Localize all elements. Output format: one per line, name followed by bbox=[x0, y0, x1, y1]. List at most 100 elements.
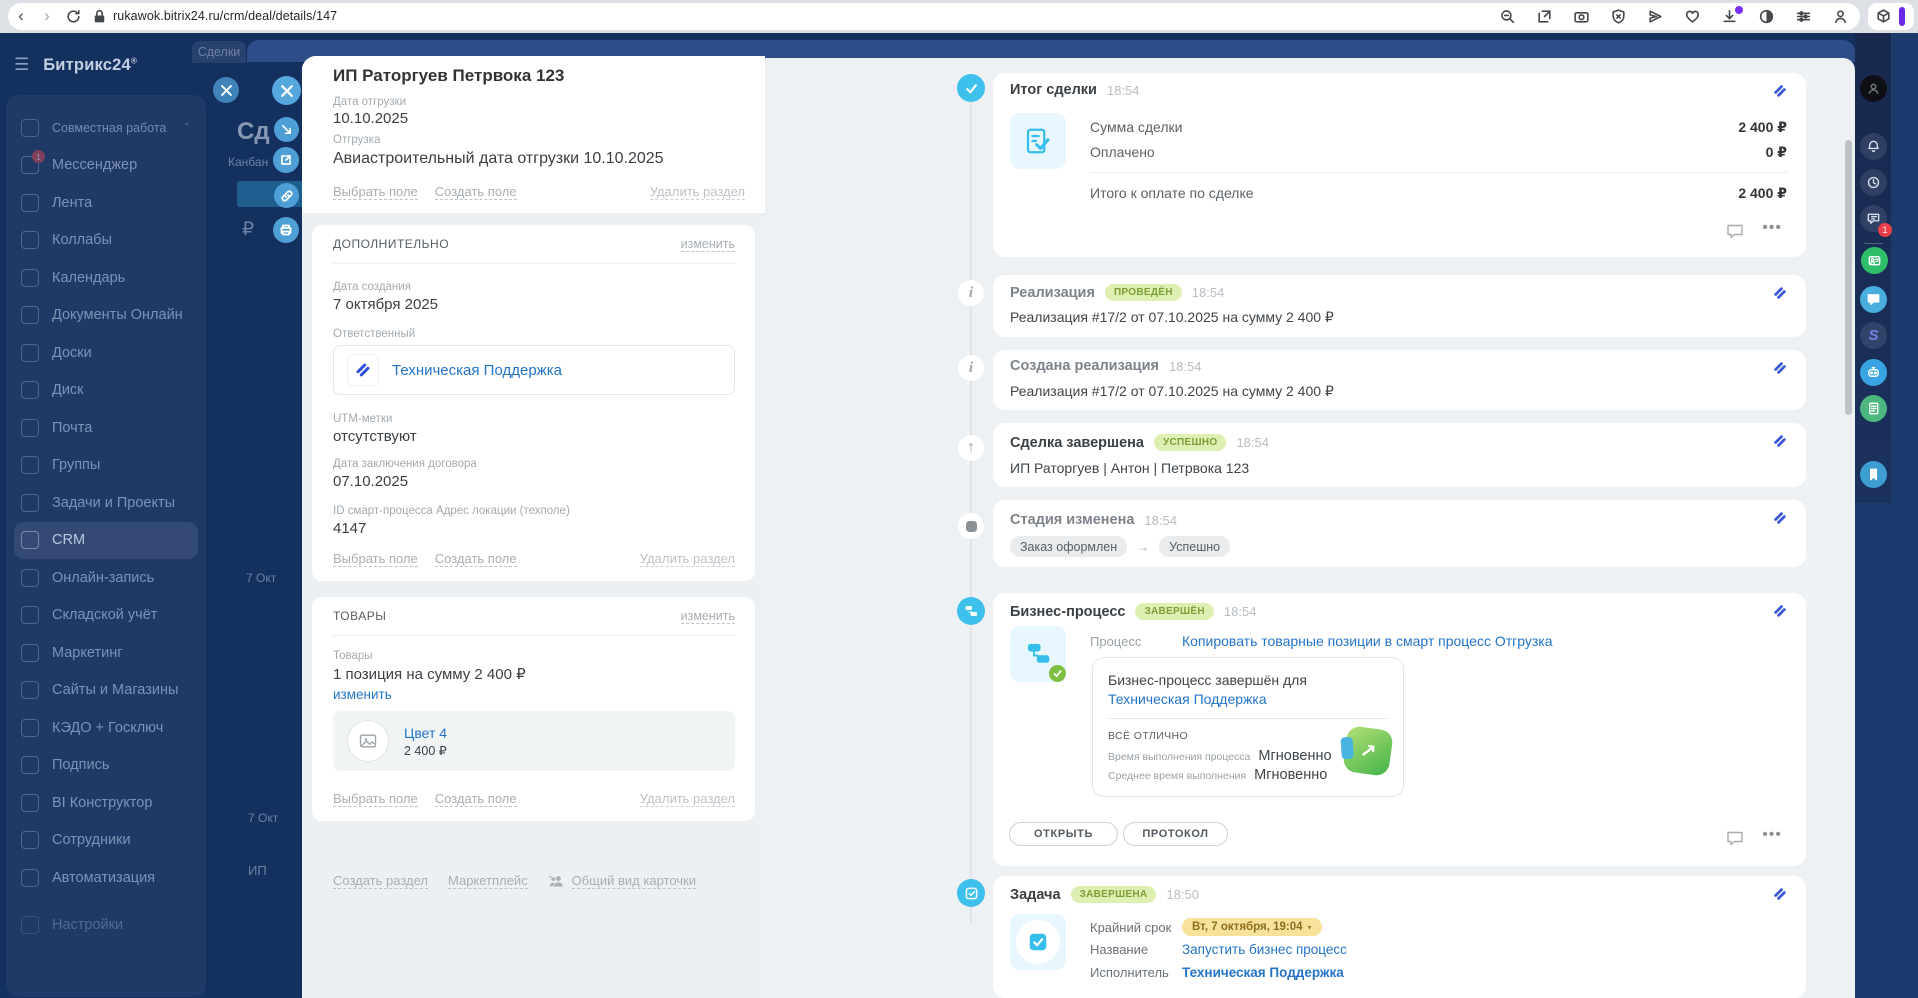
notifications-bell-icon[interactable] bbox=[1860, 133, 1887, 160]
delete-section-link[interactable]: Удалить раздел bbox=[639, 551, 735, 567]
shield-icon[interactable] bbox=[1607, 5, 1629, 27]
field-value-smart-process-id[interactable]: 4147 bbox=[333, 520, 366, 537]
pin-icon[interactable] bbox=[1772, 433, 1788, 449]
more-menu-icon[interactable]: ••• bbox=[1762, 219, 1782, 237]
delete-section-link[interactable]: Удалить раздел bbox=[639, 791, 735, 807]
sidebar-item-bi[interactable]: BI Конструктор bbox=[6, 784, 206, 822]
panel-print-button[interactable] bbox=[273, 217, 299, 243]
sidebar-item-settings[interactable]: Настройки bbox=[6, 907, 206, 945]
task-responsible-link[interactable]: Техническая Поддержка bbox=[1182, 965, 1344, 980]
sidebar-item-sites[interactable]: Сайты и Магазины bbox=[6, 672, 206, 710]
protocol-button[interactable]: ПРОТОКОЛ bbox=[1123, 822, 1228, 846]
documents-rail-icon[interactable] bbox=[1860, 395, 1887, 422]
open-button[interactable]: ОТКРЫТЬ bbox=[1009, 822, 1118, 846]
card-view-link[interactable]: Общий вид карточки bbox=[571, 873, 697, 889]
panel-minimize-button[interactable] bbox=[274, 117, 299, 142]
field-value-contract-date[interactable]: 07.10.2025 bbox=[333, 473, 408, 490]
forward-icon[interactable]: › bbox=[36, 5, 58, 27]
url-text[interactable]: rukawok.bitrix24.ru/crm/deal/details/147 bbox=[113, 9, 337, 23]
process-link[interactable]: Копировать товарные позиции в смарт проц… bbox=[1182, 633, 1553, 649]
more-menu-icon[interactable]: ••• bbox=[1762, 826, 1782, 844]
sidebar-item-boards[interactable]: Доски bbox=[6, 334, 206, 372]
timeline-card-stage-changed: Стадия изменена 18:54 Заказ оформлен → У… bbox=[993, 500, 1806, 567]
extension-cube-icon[interactable] bbox=[1872, 5, 1894, 27]
sidebar-item-feed[interactable]: Лента bbox=[6, 184, 206, 222]
sidebar-item-groups[interactable]: Группы bbox=[6, 447, 206, 485]
responsible-user-box[interactable]: Техническая Поддержка bbox=[333, 345, 735, 395]
field-value-shipment[interactable]: Авиастроительный дата отгрузки 10.10.202… bbox=[333, 150, 664, 168]
select-field-link[interactable]: Выбрать поле bbox=[333, 551, 418, 567]
sidebar-item-tasks[interactable]: Задачи и Проекты bbox=[6, 484, 206, 522]
pin-icon[interactable] bbox=[1772, 510, 1788, 526]
profile-icon[interactable] bbox=[1829, 5, 1851, 27]
deals-slider-tab[interactable]: Сделки bbox=[192, 41, 246, 63]
sidebar-item-inventory[interactable]: Складской учёт bbox=[6, 597, 206, 635]
product-row[interactable]: Цвет 4 2 400 ₽ bbox=[333, 711, 735, 771]
create-section-link[interactable]: Создать раздел bbox=[333, 873, 428, 889]
bitrix-s-logo-icon[interactable]: S bbox=[1860, 322, 1887, 349]
crm-contact-icon[interactable] bbox=[1861, 247, 1888, 274]
sidebar-item-kedo[interactable]: КЭДО + Госключ bbox=[6, 709, 206, 747]
settings-sliders-icon[interactable] bbox=[1792, 5, 1814, 27]
bookmark-rail-icon[interactable] bbox=[1860, 461, 1887, 488]
entry-time: 18:54 bbox=[1144, 512, 1177, 528]
panel-close-button[interactable] bbox=[272, 76, 301, 105]
sidebar-item-collaboration[interactable]: Совместная работа ⌃ bbox=[6, 109, 206, 147]
delete-section-link[interactable]: Удалить раздел bbox=[649, 184, 745, 200]
responsible-user-link[interactable]: Техническая Поддержка bbox=[392, 362, 562, 379]
sidebar-item-messenger[interactable]: 1 Мессенджер bbox=[6, 147, 206, 185]
create-field-link[interactable]: Создать поле bbox=[434, 551, 517, 567]
pin-icon[interactable] bbox=[1772, 285, 1788, 301]
heart-icon[interactable] bbox=[1681, 5, 1703, 27]
panel-copy-link-button[interactable] bbox=[274, 183, 299, 208]
zoom-icon[interactable] bbox=[1496, 5, 1518, 27]
select-field-link[interactable]: Выбрать поле bbox=[333, 184, 418, 200]
sidebar-item-docs-online[interactable]: Документы Онлайн bbox=[6, 297, 206, 335]
comment-icon[interactable] bbox=[1726, 223, 1744, 239]
back-icon[interactable]: ‹ bbox=[10, 5, 32, 27]
comment-icon[interactable] bbox=[1726, 830, 1744, 846]
sidebar-item-online-booking[interactable]: Онлайн-запись bbox=[6, 559, 206, 597]
copilot-robot-icon[interactable] bbox=[1860, 359, 1887, 386]
chat-helper-icon[interactable] bbox=[1860, 286, 1887, 313]
sidebar-item-mail[interactable]: Почта bbox=[6, 409, 206, 447]
sidebar-item-marketing[interactable]: Маркетинг bbox=[6, 634, 206, 672]
select-field-link[interactable]: Выбрать поле bbox=[333, 791, 418, 807]
share-edit-icon[interactable] bbox=[1533, 5, 1555, 27]
timeline-scrollbar[interactable] bbox=[1845, 140, 1852, 415]
reload-icon[interactable] bbox=[62, 5, 84, 27]
sidebar-item-disk[interactable]: Диск bbox=[6, 372, 206, 410]
sidebar-item-automation[interactable]: Автоматизация bbox=[6, 859, 206, 897]
field-value-shipping-date[interactable]: 10.10.2025 bbox=[333, 110, 408, 127]
time-tracker-icon[interactable] bbox=[1860, 169, 1887, 196]
panel-open-new-window-button[interactable] bbox=[273, 147, 299, 173]
product-name-link[interactable]: Цвет 4 bbox=[404, 725, 447, 741]
avatar[interactable] bbox=[1860, 75, 1887, 102]
kanban-tab-fragment[interactable]: Канбан bbox=[228, 155, 268, 169]
sidebar-item-calendar[interactable]: Календарь bbox=[6, 259, 206, 297]
pin-icon[interactable] bbox=[1772, 83, 1788, 99]
sidebar-item-crm[interactable]: CRM bbox=[14, 521, 198, 559]
field-value-created[interactable]: 7 октября 2025 bbox=[333, 296, 438, 313]
deadline-chip[interactable]: Вт, 7 октября, 19:04 ▾ bbox=[1182, 918, 1322, 936]
bizproc-user-link[interactable]: Техническая Поддержка bbox=[1108, 691, 1267, 707]
create-field-link[interactable]: Создать поле bbox=[434, 184, 517, 200]
pin-icon[interactable] bbox=[1772, 886, 1788, 902]
theme-toggle-icon[interactable] bbox=[1755, 5, 1777, 27]
send-icon[interactable] bbox=[1644, 5, 1666, 27]
products-change-link[interactable]: изменить bbox=[333, 687, 392, 702]
menu-burger-icon[interactable]: ☰ bbox=[14, 55, 29, 75]
sidebar-item-employees[interactable]: Сотрудники bbox=[6, 822, 206, 860]
outer-slider-close-button[interactable] bbox=[213, 77, 239, 103]
task-name-link[interactable]: Запустить бизнес процесс bbox=[1182, 942, 1347, 957]
divider bbox=[1108, 718, 1388, 719]
sidebar-item-collabs[interactable]: Коллабы bbox=[6, 222, 206, 260]
marketplace-link[interactable]: Маркетплейс bbox=[447, 873, 528, 889]
sidebar-item-signature[interactable]: Подпись bbox=[6, 747, 206, 785]
create-field-link[interactable]: Создать поле bbox=[434, 791, 517, 807]
products-edit-link[interactable]: изменить bbox=[680, 609, 735, 624]
additional-edit-link[interactable]: изменить bbox=[680, 237, 735, 252]
pin-icon[interactable] bbox=[1772, 603, 1788, 619]
camera-icon[interactable] bbox=[1570, 5, 1592, 27]
pin-icon[interactable] bbox=[1772, 360, 1788, 376]
